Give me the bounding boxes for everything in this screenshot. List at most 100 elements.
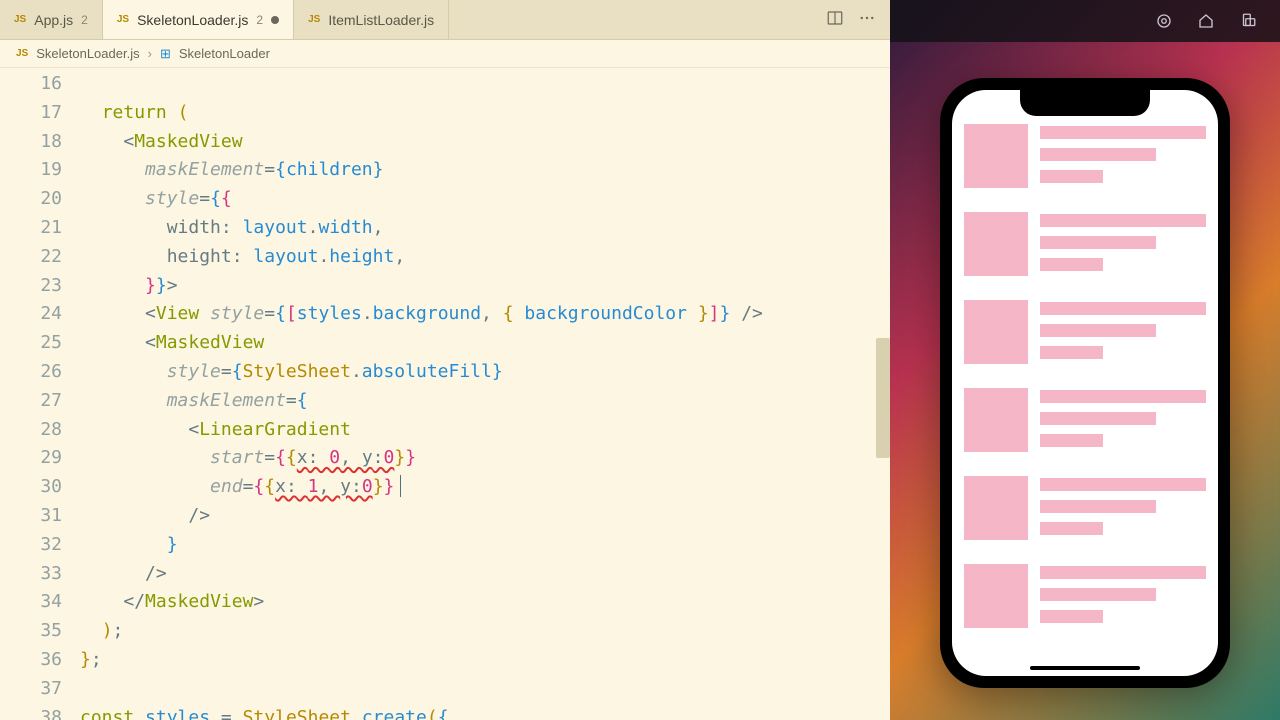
code-line[interactable]: /> [80, 502, 890, 531]
text-cursor [400, 475, 401, 497]
home-icon[interactable] [1196, 11, 1216, 31]
line-number: 35 [0, 617, 62, 646]
code-line[interactable]: <MaskedView [80, 329, 890, 358]
line-number: 19 [0, 156, 62, 185]
code-line[interactable]: style={StyleSheet.absoluteFill} [80, 358, 890, 387]
code-line[interactable]: start={{x: 0, y:0}} [80, 444, 890, 473]
tab-app-js[interactable]: JS App.js 2 [0, 0, 103, 39]
skeleton-row [964, 388, 1206, 452]
line-number: 25 [0, 329, 62, 358]
skeleton-line [1040, 214, 1206, 227]
code-line[interactable]: height: layout.height, [80, 243, 890, 272]
skeleton-line [1040, 302, 1206, 315]
skeleton-text-lines [1040, 388, 1206, 452]
code-line[interactable] [80, 70, 890, 99]
code-line[interactable]: style={{ [80, 185, 890, 214]
rotate-icon[interactable] [1238, 11, 1258, 31]
simulator-titlebar [890, 0, 1280, 42]
code-line[interactable] [80, 675, 890, 704]
skeleton-row [964, 212, 1206, 276]
code-line[interactable]: }; [80, 646, 890, 675]
code-line[interactable]: <MaskedView [80, 128, 890, 157]
skeleton-text-lines [1040, 212, 1206, 276]
code-line[interactable]: <View style={[styles.background, { backg… [80, 300, 890, 329]
code-line[interactable]: const styles = StyleSheet.create({ [80, 704, 890, 720]
breadcrumb[interactable]: JS SkeletonLoader.js › ⊞ SkeletonLoader [0, 40, 890, 68]
code-line[interactable]: maskElement={ [80, 387, 890, 416]
line-number: 36 [0, 646, 62, 675]
line-number: 16 [0, 70, 62, 99]
more-actions-icon[interactable] [858, 9, 876, 31]
screenshot-icon[interactable] [1154, 11, 1174, 31]
tab-label: App.js [34, 12, 73, 28]
code-line[interactable]: }}> [80, 272, 890, 301]
line-number: 31 [0, 502, 62, 531]
code-content[interactable]: return ( <MaskedView maskElement={childr… [80, 68, 890, 720]
code-line[interactable]: } [80, 531, 890, 560]
skeleton-line [1040, 126, 1206, 139]
iphone-screen[interactable] [952, 90, 1218, 676]
breadcrumb-symbol: SkeletonLoader [179, 46, 270, 61]
skeleton-line [1040, 610, 1103, 623]
skeleton-text-lines [1040, 476, 1206, 540]
skeleton-text-lines [1040, 124, 1206, 188]
code-line[interactable]: maskElement={children} [80, 156, 890, 185]
code-editor-pane: JS App.js 2 JS SkeletonLoader.js 2 JS It… [0, 0, 890, 720]
editor-tab-bar: JS App.js 2 JS SkeletonLoader.js 2 JS It… [0, 0, 890, 40]
line-number: 38 [0, 704, 62, 720]
code-area[interactable]: 1617181920212223242526272829303132333435… [0, 68, 890, 720]
skeleton-thumbnail [964, 564, 1028, 628]
code-line[interactable]: <LinearGradient [80, 416, 890, 445]
skeleton-line [1040, 522, 1103, 535]
js-icon: JS [16, 48, 28, 59]
skeleton-loader-preview [952, 90, 1218, 676]
home-indicator [1030, 666, 1140, 670]
line-number: 29 [0, 444, 62, 473]
line-number: 24 [0, 300, 62, 329]
tab-itemlistloader-js[interactable]: JS ItemListLoader.js [294, 0, 449, 39]
chevron-right-icon: › [148, 46, 152, 61]
line-number: 34 [0, 588, 62, 617]
ios-simulator-pane [890, 0, 1280, 720]
code-line[interactable]: /> [80, 560, 890, 589]
line-number: 27 [0, 387, 62, 416]
line-number: 30 [0, 473, 62, 502]
line-number-gutter: 1617181920212223242526272829303132333435… [0, 68, 80, 720]
skeleton-line [1040, 390, 1206, 403]
skeleton-line [1040, 478, 1206, 491]
skeleton-thumbnail [964, 300, 1028, 364]
skeleton-thumbnail [964, 212, 1028, 276]
skeleton-line [1040, 412, 1156, 425]
scrollbar-thumb[interactable] [876, 338, 890, 458]
line-number: 28 [0, 416, 62, 445]
skeleton-row [964, 564, 1206, 628]
line-number: 18 [0, 128, 62, 157]
line-number: 20 [0, 185, 62, 214]
js-icon: JS [14, 14, 26, 25]
skeleton-line [1040, 434, 1103, 447]
split-editor-icon[interactable] [826, 9, 844, 31]
line-number: 21 [0, 214, 62, 243]
skeleton-thumbnail [964, 124, 1028, 188]
line-number: 22 [0, 243, 62, 272]
code-line[interactable]: width: layout.width, [80, 214, 890, 243]
skeleton-text-lines [1040, 564, 1206, 628]
breadcrumb-file: SkeletonLoader.js [36, 46, 139, 61]
code-line[interactable]: end={{x: 1, y:0}} [80, 473, 890, 502]
code-line[interactable]: return ( [80, 99, 890, 128]
editor-scrollbar[interactable] [874, 68, 890, 720]
skeleton-line [1040, 148, 1156, 161]
tab-skeletonloader-js[interactable]: JS SkeletonLoader.js 2 [103, 0, 294, 39]
js-icon: JS [117, 14, 129, 25]
skeleton-line [1040, 258, 1103, 271]
code-line[interactable]: ); [80, 617, 890, 646]
skeleton-line [1040, 500, 1156, 513]
iphone-device-frame [940, 78, 1230, 688]
skeleton-row [964, 300, 1206, 364]
skeleton-line [1040, 588, 1156, 601]
line-number: 17 [0, 99, 62, 128]
tab-problem-count: 2 [81, 13, 88, 27]
unsaved-dot-icon [271, 16, 279, 24]
code-line[interactable]: </MaskedView> [80, 588, 890, 617]
skeleton-row [964, 124, 1206, 188]
